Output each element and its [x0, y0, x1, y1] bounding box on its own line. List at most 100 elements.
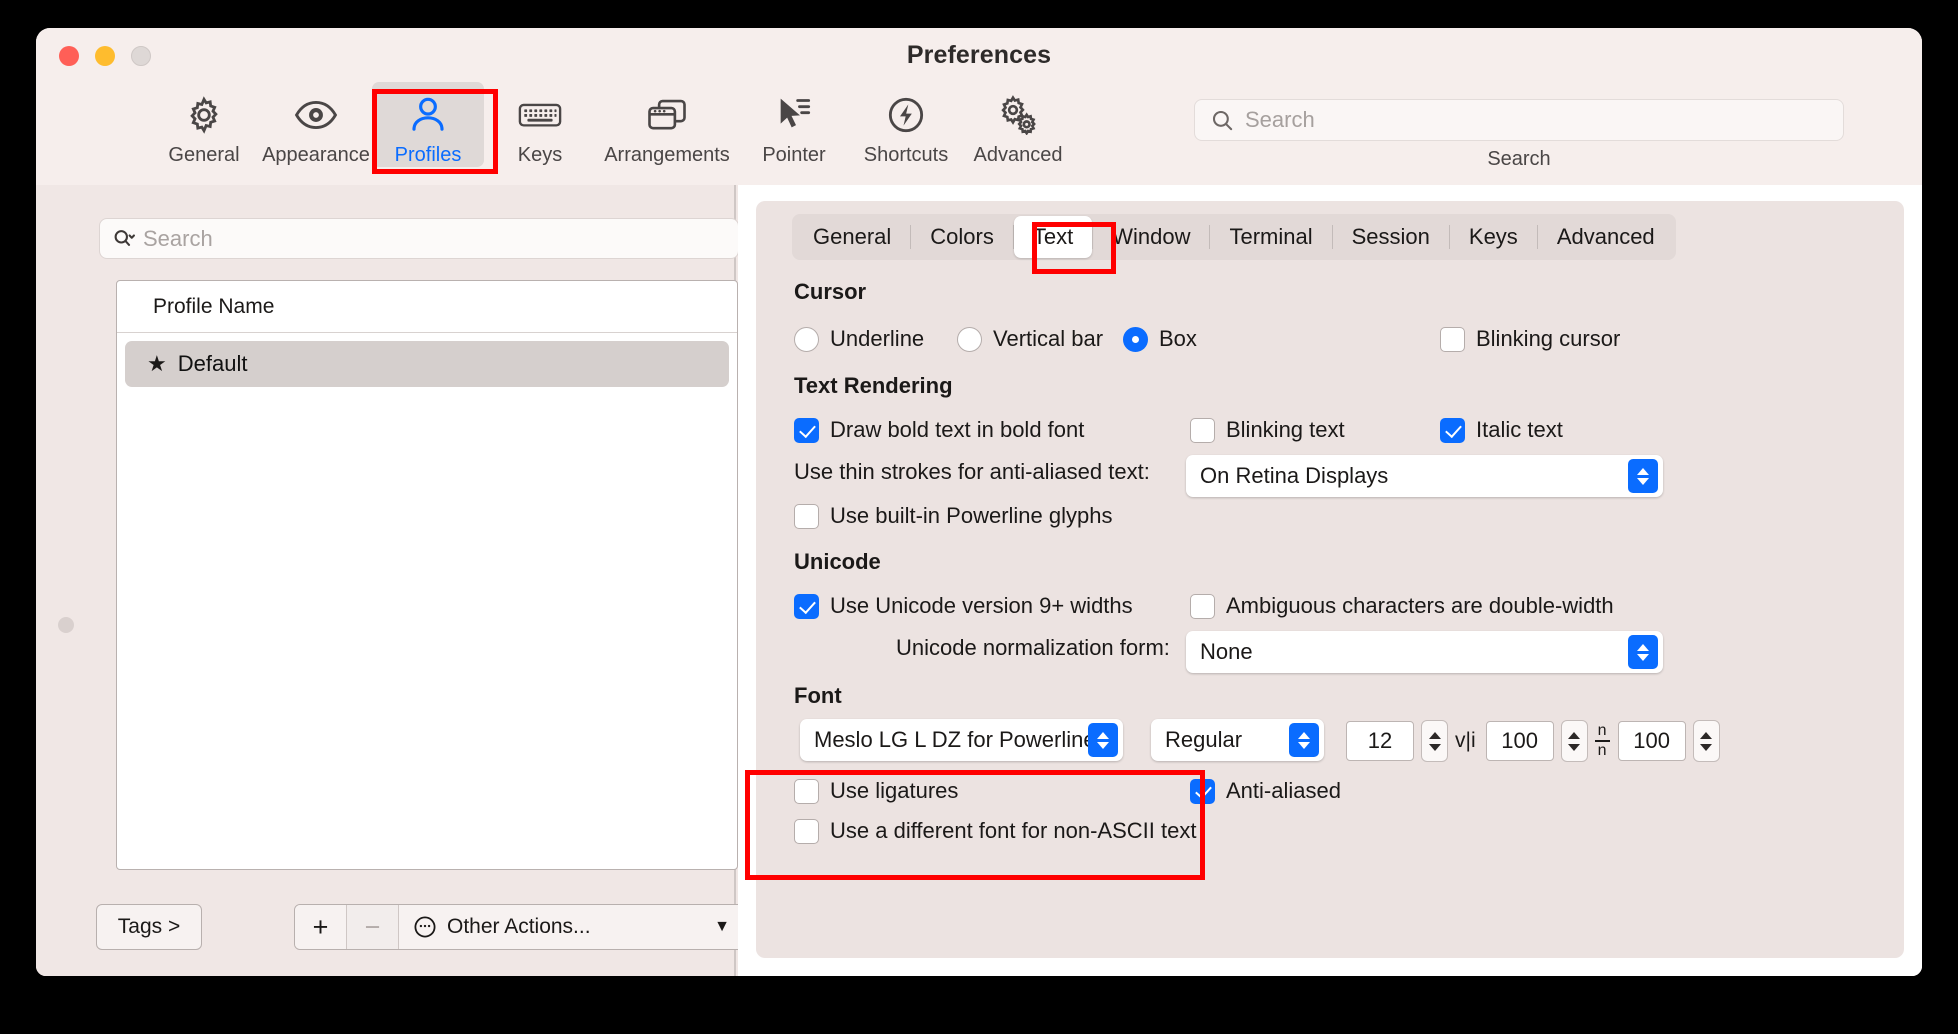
non-ascii-font-option[interactable]: Use a different font for non-ASCII text — [794, 818, 1196, 844]
cursor-option-label: Underline — [830, 326, 925, 351]
toolbar-item-advanced[interactable]: Advanced — [962, 82, 1074, 167]
font-weight-value: Regular — [1165, 727, 1243, 752]
tags-button[interactable]: Tags > — [96, 904, 202, 950]
profiles-bottom-bar: Tags > + − Other Actions... ▼ — [96, 904, 744, 950]
sidebar-resize-handle[interactable] — [58, 617, 74, 633]
checkbox-blinking-cursor[interactable] — [1440, 326, 1465, 352]
search-caption: Search — [1487, 148, 1551, 170]
radio-box[interactable] — [1123, 326, 1148, 352]
horizontal-spacing-stepper[interactable] — [1560, 720, 1588, 762]
tab-terminal[interactable]: Terminal — [1210, 216, 1331, 258]
search-input[interactable]: Search — [1194, 99, 1844, 141]
draw-bold-option[interactable]: Draw bold text in bold font — [794, 417, 1084, 443]
powerline-glyphs-option[interactable]: Use built-in Powerline glyphs — [794, 503, 1112, 529]
cursor-section-title: Cursor — [794, 279, 867, 304]
checkbox-unicode-v9[interactable] — [794, 593, 819, 619]
stepper-arrows-icon — [1088, 723, 1118, 757]
tab-text[interactable]: Text — [1013, 216, 1093, 258]
ligatures-option[interactable]: Use ligatures — [794, 778, 958, 804]
tab-keys[interactable]: Keys — [1450, 216, 1537, 258]
checkbox-ambiguous-width[interactable] — [1190, 593, 1215, 619]
preferences-toolbar: General Appearance Profiles Keys Arrange… — [36, 80, 1922, 185]
add-profile-button[interactable]: + — [295, 905, 347, 949]
tab-window[interactable]: Window — [1093, 216, 1209, 258]
vertical-spacing-icon: nn — [1594, 722, 1610, 759]
toolbar-item-label: Arrangements — [604, 144, 730, 166]
font-size-group: 12 v|i 100 nn 100 — [1346, 720, 1720, 762]
font-weight-select[interactable]: Regular — [1151, 719, 1324, 761]
preferences-window: Preferences General Appearance Profiles … — [36, 28, 1922, 976]
toolbar-item-label: Keys — [517, 144, 563, 166]
tab-advanced[interactable]: Advanced — [1538, 216, 1674, 258]
blinking-text-label: Blinking text — [1226, 417, 1345, 442]
chevron-down-icon: ▼ — [714, 918, 730, 935]
horizontal-spacing-input[interactable]: 100 — [1485, 721, 1554, 761]
toolbar-item-arrangements[interactable]: Arrangements — [596, 82, 738, 167]
search-icon — [1212, 110, 1233, 130]
toolbar-item-profiles[interactable]: Profiles — [372, 82, 484, 167]
unicode-v9-option[interactable]: Use Unicode version 9+ widths — [794, 593, 1133, 619]
blinking-cursor-option[interactable]: Blinking cursor — [1440, 326, 1620, 352]
unicode-section-title: Unicode — [794, 549, 881, 574]
font-size-stepper[interactable] — [1421, 720, 1448, 762]
normalization-row: Unicode normalization form: — [896, 635, 1170, 661]
stepper-arrows-icon — [1289, 723, 1319, 757]
thin-strokes-select[interactable]: On Retina Displays — [1186, 455, 1663, 497]
vertical-spacing-input[interactable]: 100 — [1617, 721, 1686, 761]
toolbar-item-label: Shortcuts — [863, 144, 949, 166]
checkbox-italic-text[interactable] — [1440, 417, 1465, 443]
powerline-glyphs-label: Use built-in Powerline glyphs — [830, 503, 1113, 528]
toolbar-item-pointer[interactable]: Pointer — [738, 82, 850, 167]
person-icon — [409, 94, 447, 136]
radio-underline[interactable] — [794, 326, 819, 352]
non-ascii-font-label: Use a different font for non-ASCII text — [830, 818, 1197, 843]
stepper-arrows-icon — [1628, 635, 1658, 669]
star-icon: ★ — [147, 351, 167, 376]
antialiased-label: Anti-aliased — [1226, 778, 1341, 803]
profile-list-item[interactable]: ★ Default — [125, 341, 729, 387]
cursor-underline-option[interactable]: Underline — [794, 326, 924, 352]
eye-icon — [294, 94, 338, 136]
window-titlebar: Preferences — [36, 28, 1922, 80]
other-actions-button[interactable]: Other Actions... ▼ — [399, 905, 743, 949]
radio-vertical-bar[interactable] — [957, 326, 982, 352]
tab-colors[interactable]: Colors — [911, 216, 1013, 258]
cursor-option-label: Box — [1159, 326, 1197, 351]
tab-general[interactable]: General — [794, 216, 910, 258]
cursor-vertical-bar-option[interactable]: Vertical bar — [957, 326, 1103, 352]
window-title: Preferences — [906, 41, 1052, 69]
profile-search-input[interactable]: Search — [99, 218, 739, 259]
font-size-input[interactable]: 12 — [1346, 721, 1414, 761]
toolbar-item-shortcuts[interactable]: Shortcuts — [850, 82, 962, 167]
draw-bold-label: Draw bold text in bold font — [830, 417, 1085, 442]
toolbar-item-appearance[interactable]: Appearance — [260, 82, 372, 167]
checkbox-draw-bold[interactable] — [794, 417, 819, 443]
ambiguous-width-option[interactable]: Ambiguous characters are double-width — [1190, 593, 1614, 619]
font-family-select[interactable]: Meslo LG L DZ for Powerline — [800, 719, 1123, 761]
toolbar-item-general[interactable]: General — [148, 82, 260, 167]
checkbox-antialiased[interactable] — [1190, 778, 1215, 804]
tab-session[interactable]: Session — [1333, 216, 1449, 258]
checkbox-powerline-glyphs[interactable] — [794, 503, 819, 529]
gears-icon — [996, 94, 1040, 136]
normalization-select[interactable]: None — [1186, 631, 1663, 673]
vertical-spacing-stepper[interactable] — [1692, 720, 1720, 762]
remove-profile-button[interactable]: − — [347, 905, 399, 949]
cursor-box-option[interactable]: Box — [1123, 326, 1197, 352]
cursor-option-label: Vertical bar — [993, 326, 1104, 351]
blinking-text-option[interactable]: Blinking text — [1190, 417, 1345, 443]
unicode-v9-label: Use Unicode version 9+ widths — [830, 593, 1133, 618]
text-rendering-section-title: Text Rendering — [794, 373, 953, 398]
checkbox-ligatures[interactable] — [794, 778, 819, 804]
checkbox-blinking-text[interactable] — [1190, 417, 1215, 443]
toolbar-item-keys[interactable]: Keys — [484, 82, 596, 167]
font-family-value: Meslo LG L DZ for Powerline — [814, 727, 1096, 752]
checkbox-non-ascii-font[interactable] — [794, 818, 819, 844]
italic-text-option[interactable]: Italic text — [1440, 417, 1563, 443]
toolbar-item-label: Advanced — [973, 144, 1063, 166]
profile-search-placeholder: Search — [143, 225, 213, 251]
antialiased-option[interactable]: Anti-aliased — [1190, 778, 1341, 804]
thin-strokes-row: Use thin strokes for anti-aliased text: — [794, 459, 1150, 485]
thin-strokes-value: On Retina Displays — [1200, 463, 1389, 488]
profile-settings-content: General Colors Text Window Terminal Sess… — [738, 185, 1922, 976]
